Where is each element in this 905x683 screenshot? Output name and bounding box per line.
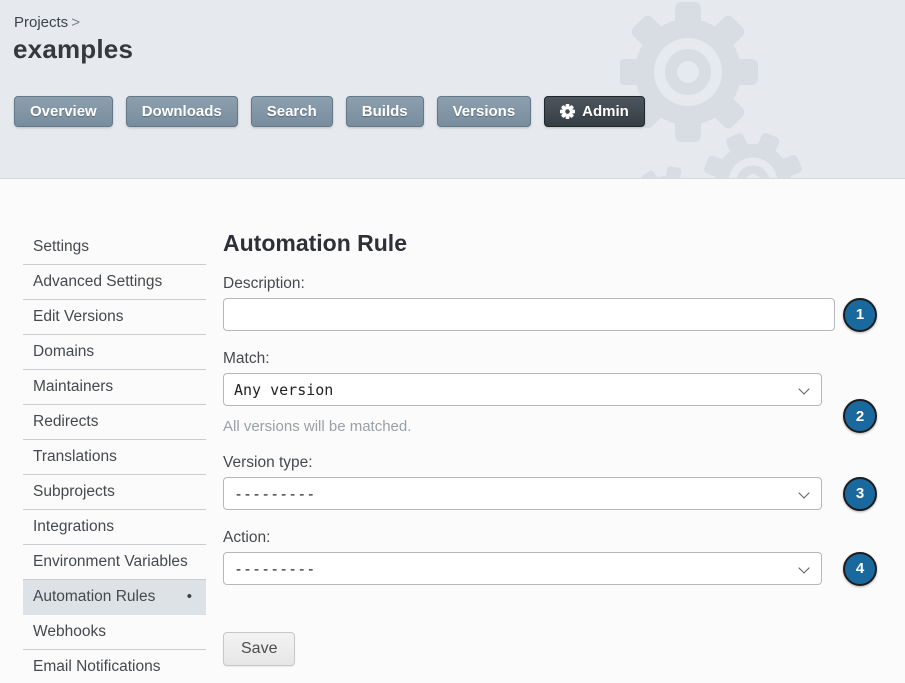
page: Projects> examples Overview Downloads Se…: [0, 0, 905, 683]
sidebar-item-environment-variables[interactable]: Environment Variables: [23, 545, 206, 580]
sidebar-item-translations[interactable]: Translations: [23, 440, 206, 475]
save-button[interactable]: Save: [223, 632, 295, 666]
page-title: examples: [13, 34, 133, 65]
active-item-bullet: •: [187, 587, 192, 607]
description-input[interactable]: [223, 298, 835, 331]
form-title: Automation Rule: [223, 230, 878, 257]
project-header: Projects> examples Overview Downloads Se…: [0, 0, 905, 179]
sidebar-item-webhooks[interactable]: Webhooks: [23, 615, 206, 650]
sidebar-item-email-notifications[interactable]: Email Notifications: [23, 650, 206, 683]
admin-sidebar: Settings Advanced Settings Edit Versions…: [23, 230, 206, 683]
admin-content: Settings Advanced Settings Edit Versions…: [0, 179, 905, 683]
sidebar-item-automation-rules[interactable]: Automation Rules •: [23, 580, 206, 615]
annotation-badge-1: 1: [843, 298, 877, 332]
sidebar-item-subprojects[interactable]: Subprojects: [23, 475, 206, 510]
sidebar-item-label: Automation Rules: [33, 588, 155, 605]
match-label: Match:: [223, 349, 878, 369]
sidebar-item-redirects[interactable]: Redirects: [23, 405, 206, 440]
tab-admin-label: Admin: [582, 103, 629, 120]
sidebar-item-edit-versions[interactable]: Edit Versions: [23, 300, 206, 335]
action-select[interactable]: ---------: [223, 552, 822, 585]
project-tabs: Overview Downloads Search Builds Version…: [14, 96, 645, 127]
sidebar-item-integrations[interactable]: Integrations: [23, 510, 206, 545]
tab-downloads[interactable]: Downloads: [126, 96, 238, 127]
action-label: Action:: [223, 528, 878, 548]
match-help-text: All versions will be matched.: [223, 418, 878, 435]
breadcrumb: Projects>: [14, 14, 80, 31]
gear-icon: [560, 104, 575, 119]
description-label: Description:: [223, 274, 878, 294]
tab-search[interactable]: Search: [251, 96, 333, 127]
tab-admin[interactable]: Admin: [544, 96, 645, 127]
version-type-select[interactable]: ---------: [223, 477, 822, 510]
annotation-badge-3: 3: [843, 477, 877, 511]
sidebar-item-settings[interactable]: Settings: [23, 230, 206, 265]
breadcrumb-separator: >: [71, 14, 80, 31]
annotation-badge-4: 4: [843, 552, 877, 586]
tab-builds[interactable]: Builds: [346, 96, 424, 127]
version-type-label: Version type:: [223, 453, 878, 473]
sidebar-item-domains[interactable]: Domains: [23, 335, 206, 370]
annotation-badge-2: 2: [843, 399, 877, 433]
match-select[interactable]: Any version: [223, 373, 822, 406]
sidebar-item-advanced-settings[interactable]: Advanced Settings: [23, 265, 206, 300]
automation-rule-form: Automation Rule Description: 1 Match: An…: [223, 230, 878, 666]
sidebar-item-maintainers[interactable]: Maintainers: [23, 370, 206, 405]
tab-versions[interactable]: Versions: [437, 96, 532, 127]
gears-watermark-icon: [620, 0, 905, 179]
breadcrumb-projects-link[interactable]: Projects: [14, 14, 68, 31]
tab-overview[interactable]: Overview: [14, 96, 113, 127]
